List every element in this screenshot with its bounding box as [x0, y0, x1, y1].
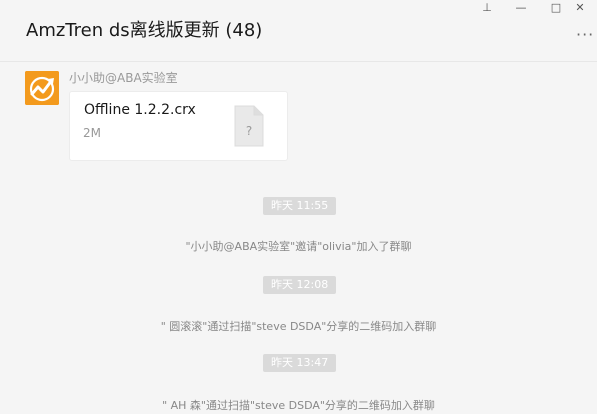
- chat-title: AmzTren ds离线版更新 (48): [26, 20, 263, 41]
- unknown-file-icon: ?: [234, 105, 264, 147]
- svg-text:?: ?: [246, 124, 252, 138]
- timestamp-chip: 昨天 13:47: [263, 354, 337, 372]
- pin-icon[interactable]: ⊥: [470, 0, 504, 14]
- system-message: "小小助@ABA实验室"邀请"olivia"加入了群聊: [185, 240, 412, 253]
- timestamp-chip: 昨天 11:55: [263, 197, 337, 215]
- sender-name[interactable]: 小小助@ABA实验室: [69, 69, 178, 86]
- file-name: Offline 1.2.2.crx: [84, 102, 196, 118]
- chat-window: AmzTren ds离线版更新 (48) ⊥ — □ ✕ ··· 小小助@ABA…: [0, 0, 597, 414]
- file-attachment-card[interactable]: Offline 1.2.2.crx 2M ?: [69, 91, 288, 161]
- chat-header: AmzTren ds离线版更新 (48) ⊥ — □ ✕ ···: [0, 0, 597, 62]
- minimize-icon[interactable]: —: [504, 0, 538, 14]
- system-message: " AH 森"通过扫描"steve DSDA"分享的二维码加入群聊: [162, 399, 435, 412]
- file-size: 2M: [83, 126, 101, 140]
- system-message: " 圆滚滚"通过扫描"steve DSDA"分享的二维码加入群聊: [160, 320, 437, 333]
- sender-avatar[interactable]: [25, 71, 59, 105]
- trend-logo-icon: [25, 71, 59, 105]
- timestamp-chip: 昨天 12:08: [263, 276, 337, 294]
- more-options-icon[interactable]: ···: [576, 27, 596, 43]
- close-icon[interactable]: ✕: [563, 0, 597, 14]
